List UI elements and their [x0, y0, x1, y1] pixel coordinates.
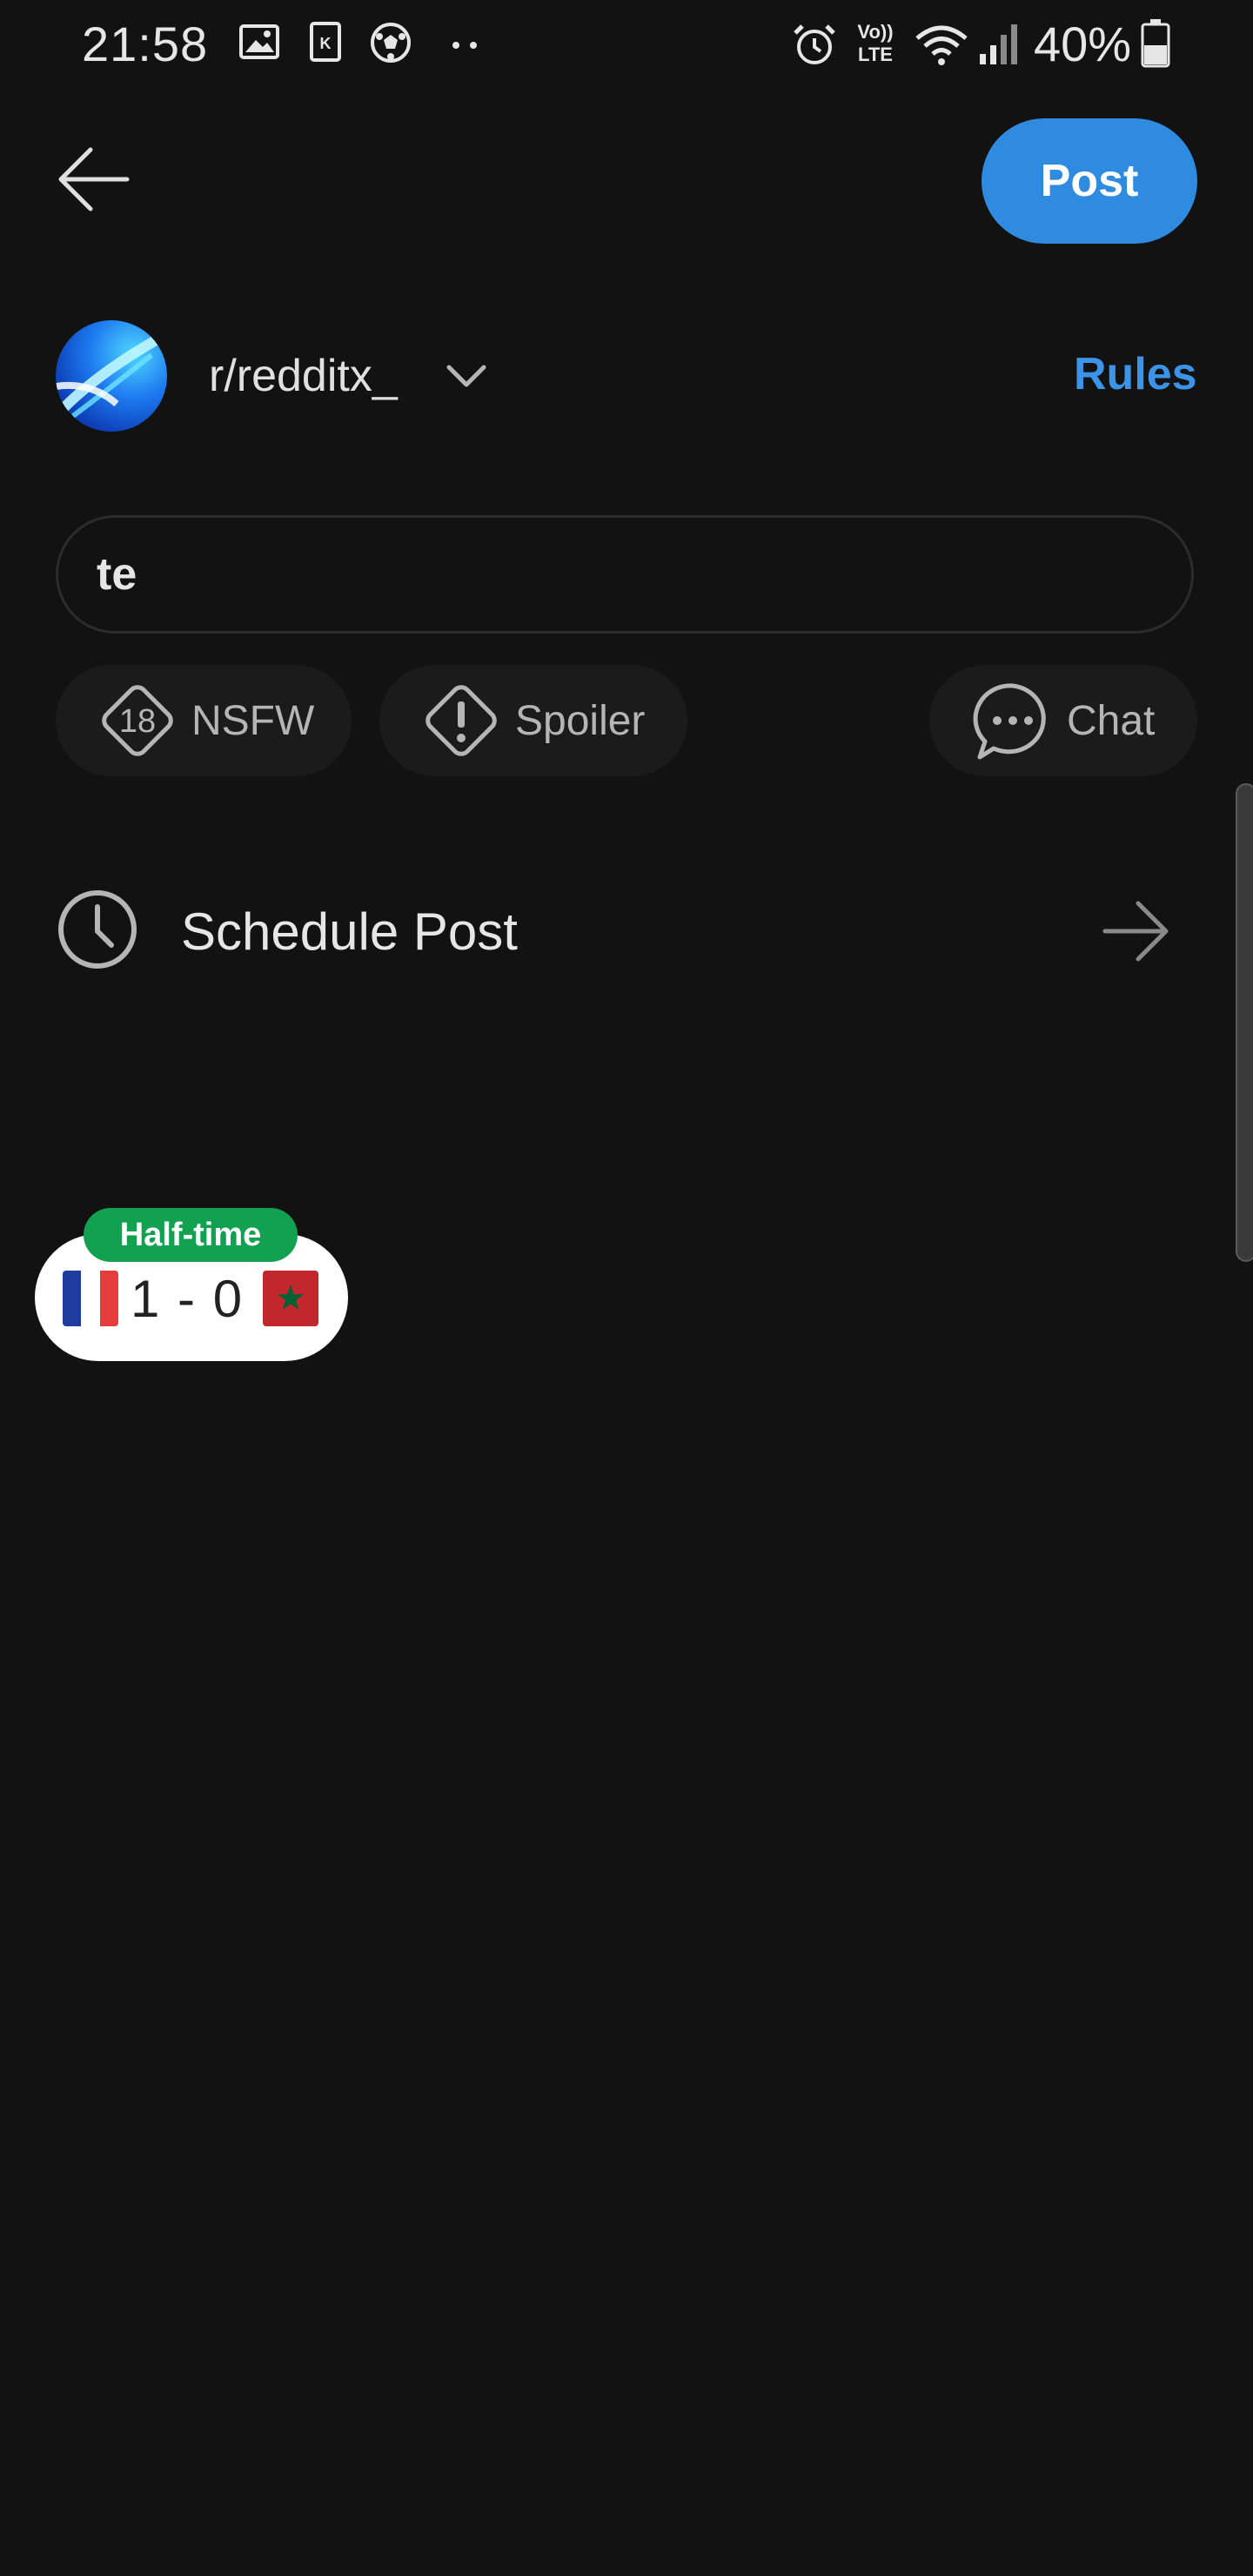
back-arrow-icon: [58, 147, 130, 211]
battery-icon: [1140, 19, 1171, 72]
gallery-icon: [238, 21, 280, 67]
title-input[interactable]: te: [56, 515, 1194, 634]
community-avatar[interactable]: [56, 320, 167, 432]
sim-card-icon: K: [308, 21, 343, 67]
clock-icon: [56, 888, 139, 976]
soccer-ball-icon: [369, 21, 412, 69]
status-bar: 21:58 K Vo)) LTE 40%: [0, 0, 1253, 87]
svg-text:K: K: [320, 35, 332, 52]
arrow-right-icon: [1100, 895, 1173, 972]
volte-text: Vo)): [857, 21, 893, 43]
lte-text: LTE: [858, 44, 893, 65]
rules-link[interactable]: Rules: [1074, 348, 1197, 400]
spoiler-label: Spoiler: [515, 697, 646, 744]
post-button[interactable]: Post: [982, 118, 1197, 244]
create-post-screen: 21:58 K Vo)) LTE 40% Post r/redditx_ Rul…: [0, 0, 1253, 2576]
nsfw-label: NSFW: [191, 697, 315, 744]
spoiler-icon: [425, 685, 497, 756]
match-status-badge: Half-time: [84, 1208, 298, 1262]
more-dots-icon: [449, 38, 484, 54]
match-score: 1 - 0: [131, 1270, 245, 1328]
wifi-icon: [914, 21, 969, 74]
nsfw-18-icon: 18: [102, 685, 173, 756]
schedule-post-row[interactable]: Schedule Post: [56, 879, 1187, 983]
nsfw-tag-button[interactable]: 18 NSFW: [56, 665, 352, 776]
volte-icon: Vo)) LTE: [849, 17, 901, 74]
schedule-post-label: Schedule Post: [181, 902, 518, 961]
morocco-flag-icon: ★: [263, 1271, 318, 1326]
back-button[interactable]: [54, 139, 134, 219]
france-flag-icon: [63, 1271, 118, 1326]
title-input-value: te: [97, 549, 137, 600]
signal-icon: [978, 21, 1020, 70]
spoiler-tag-button[interactable]: Spoiler: [379, 665, 687, 776]
chevron-down-icon[interactable]: [444, 359, 489, 393]
scroll-handle[interactable]: [1236, 783, 1253, 1262]
chat-bubble-icon: [973, 683, 1046, 760]
nsfw-badge-text: 18: [119, 703, 156, 740]
battery-percent: 40%: [1034, 17, 1132, 71]
morocco-star-icon: ★: [275, 1279, 306, 1318]
status-time: 21:58: [82, 17, 209, 71]
chat-tag-button[interactable]: Chat: [929, 665, 1197, 776]
community-name[interactable]: r/redditx_: [209, 350, 398, 402]
chat-label: Chat: [1067, 697, 1156, 744]
alarm-icon: [790, 21, 839, 74]
